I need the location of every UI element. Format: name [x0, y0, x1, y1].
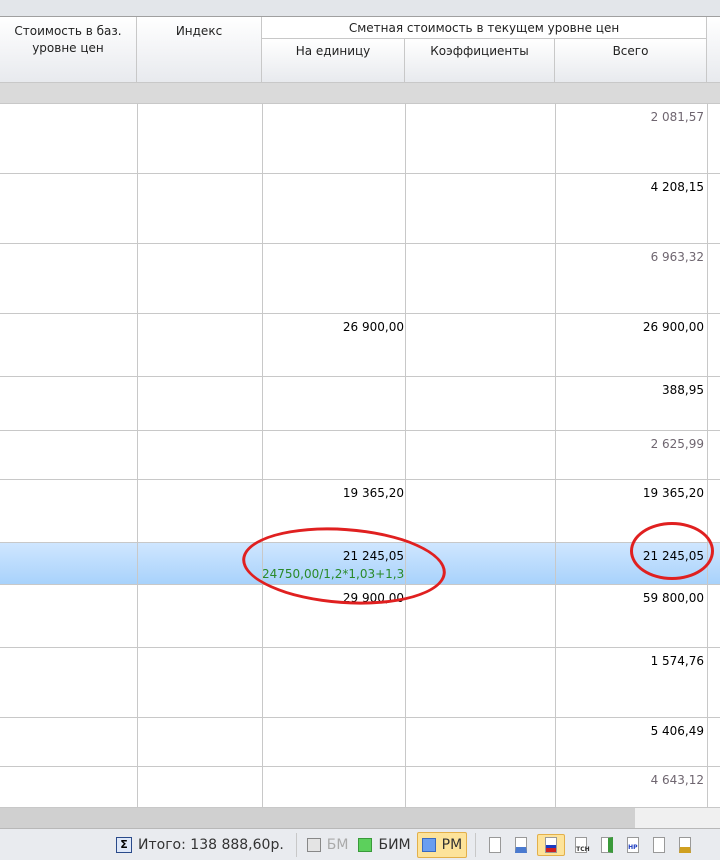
- cell-unit-price[interactable]: [262, 648, 404, 654]
- cell-total[interactable]: 26 900,00: [555, 314, 704, 334]
- header-current-cost-group: Сметная стоимость в текущем уровне цен: [262, 17, 707, 39]
- rm-toggle[interactable]: РМ: [416, 831, 468, 858]
- table-row-selected[interactable]: 21 245,05 24750,00/1,2*1,03+1,3 21 245,05: [0, 543, 720, 585]
- table-row[interactable]: 1 574,76: [0, 648, 720, 718]
- top-strip: [0, 0, 720, 17]
- cell-total[interactable]: 2 625,99: [555, 431, 704, 451]
- header-unit[interactable]: На единицу: [262, 39, 405, 83]
- header-coefficients[interactable]: Коэффициенты: [405, 39, 555, 83]
- header-extra: [707, 17, 720, 83]
- table-row[interactable]: 4 208,15: [0, 174, 720, 244]
- cell-unit-price[interactable]: [262, 431, 404, 437]
- table-row[interactable]: 5 406,49: [0, 718, 720, 767]
- calculator-doc-icon[interactable]: [485, 834, 505, 856]
- bim-square-icon: [358, 837, 373, 852]
- cell-total[interactable]: 1 574,76: [555, 648, 704, 668]
- cell-total[interactable]: 19 365,20: [555, 480, 704, 500]
- table-row[interactable]: 2 625,99: [0, 431, 720, 480]
- cell-unit-price[interactable]: 26 900,00: [262, 314, 404, 334]
- header-index[interactable]: Индекс: [137, 17, 262, 83]
- status-bar: Σ Итого: 138 888,60р. БМ БИМ РМ TCH НР: [0, 828, 720, 860]
- clock-doc-icon[interactable]: [597, 834, 617, 856]
- cell-total[interactable]: 2 081,57: [555, 104, 704, 124]
- header-total[interactable]: Всего: [555, 39, 707, 83]
- cell-unit-formula[interactable]: 24750,00/1,2*1,03+1,3: [262, 543, 404, 581]
- cell-total[interactable]: 59 800,00: [555, 585, 704, 605]
- bim-label: БИМ: [378, 836, 411, 853]
- cell-unit-price[interactable]: 29 900,00: [262, 585, 404, 605]
- table-row[interactable]: 388,95: [0, 377, 720, 431]
- cell-unit-price[interactable]: [262, 244, 404, 250]
- cell-unit-price[interactable]: [262, 174, 404, 180]
- bim-toggle[interactable]: БИМ: [354, 832, 414, 858]
- cell-total[interactable]: 21 245,05: [555, 543, 704, 563]
- section-band: [0, 83, 720, 104]
- bm-label: БМ: [326, 836, 349, 853]
- bm-toggle[interactable]: БМ: [303, 832, 353, 858]
- table-row[interactable]: 6 963,32: [0, 244, 720, 314]
- horizontal-scrollbar[interactable]: [0, 808, 720, 828]
- header-base-cost[interactable]: Стоимость в баз. уровне цен: [0, 17, 137, 83]
- column-divider: [555, 104, 556, 808]
- region-flag-icon[interactable]: [537, 833, 566, 856]
- column-divider: [707, 104, 708, 808]
- table-row[interactable]: 2 081,57: [0, 104, 720, 174]
- cell-unit-price[interactable]: [262, 104, 404, 110]
- total-label: Итого: 138 888,60р.: [138, 836, 284, 853]
- table-row[interactable]: 4 643,12: [0, 767, 720, 808]
- cell-unit-price[interactable]: 19 365,20: [262, 480, 404, 500]
- cell-total[interactable]: 6 963,32: [555, 244, 704, 264]
- sigma-icon: Σ: [116, 836, 132, 853]
- column-divider: [405, 104, 406, 808]
- column-divider: [137, 104, 138, 808]
- column-divider: [262, 104, 263, 808]
- table-row[interactable]: 19 365,20 19 365,20: [0, 480, 720, 543]
- cell-unit-price[interactable]: [262, 767, 404, 773]
- cell-total[interactable]: 388,95: [555, 377, 704, 397]
- cell-total[interactable]: 4 643,12: [555, 767, 704, 787]
- bm-square-icon: [306, 837, 321, 852]
- total-indicator: Σ Итого: 138 888,60р.: [112, 832, 288, 858]
- tsn-icon[interactable]: TCH: [571, 834, 591, 856]
- doc-blue-icon[interactable]: [511, 834, 531, 856]
- nr-icon[interactable]: НР: [623, 834, 643, 856]
- cell-unit-price[interactable]: [262, 377, 404, 383]
- rm-label: РМ: [441, 836, 463, 853]
- coins-doc-icon[interactable]: [675, 834, 695, 856]
- cell-total[interactable]: 5 406,49: [555, 718, 704, 738]
- table-row[interactable]: 29 900,00 59 800,00: [0, 585, 720, 648]
- table-row[interactable]: 26 900,00 26 900,00: [0, 314, 720, 377]
- cell-total[interactable]: 4 208,15: [555, 174, 704, 194]
- eraser-doc-icon[interactable]: [649, 834, 669, 856]
- cell-unit-price[interactable]: [262, 718, 404, 724]
- rm-square-icon: [421, 837, 436, 852]
